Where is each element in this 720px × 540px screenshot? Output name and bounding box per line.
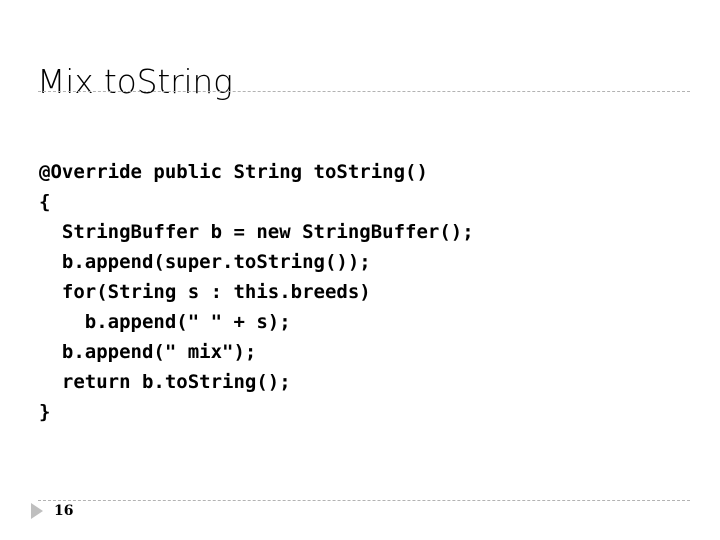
code-line: @Override public String toString() [39, 161, 428, 183]
code-line: for(String s : this.breeds) [39, 281, 371, 303]
slide-footer: 16 [31, 503, 73, 519]
page-number: 16 [54, 503, 74, 519]
page-title: Mix toString [37, 62, 233, 102]
triangle-right-icon [31, 503, 43, 519]
footer-divider [38, 500, 690, 501]
code-line: StringBuffer b = new StringBuffer(); [39, 221, 474, 243]
code-line: b.append(super.toString()); [39, 251, 371, 273]
slide: Mix toString @Override public String toS… [0, 0, 720, 540]
title-divider [38, 91, 690, 92]
code-line: b.append(" mix"); [39, 341, 257, 363]
code-block: @Override public String toString() { Str… [39, 157, 679, 427]
code-line: return b.toString(); [39, 371, 291, 393]
code-line: b.append(" " + s); [39, 311, 291, 333]
code-line: { [39, 191, 51, 213]
code-line: } [39, 401, 51, 423]
